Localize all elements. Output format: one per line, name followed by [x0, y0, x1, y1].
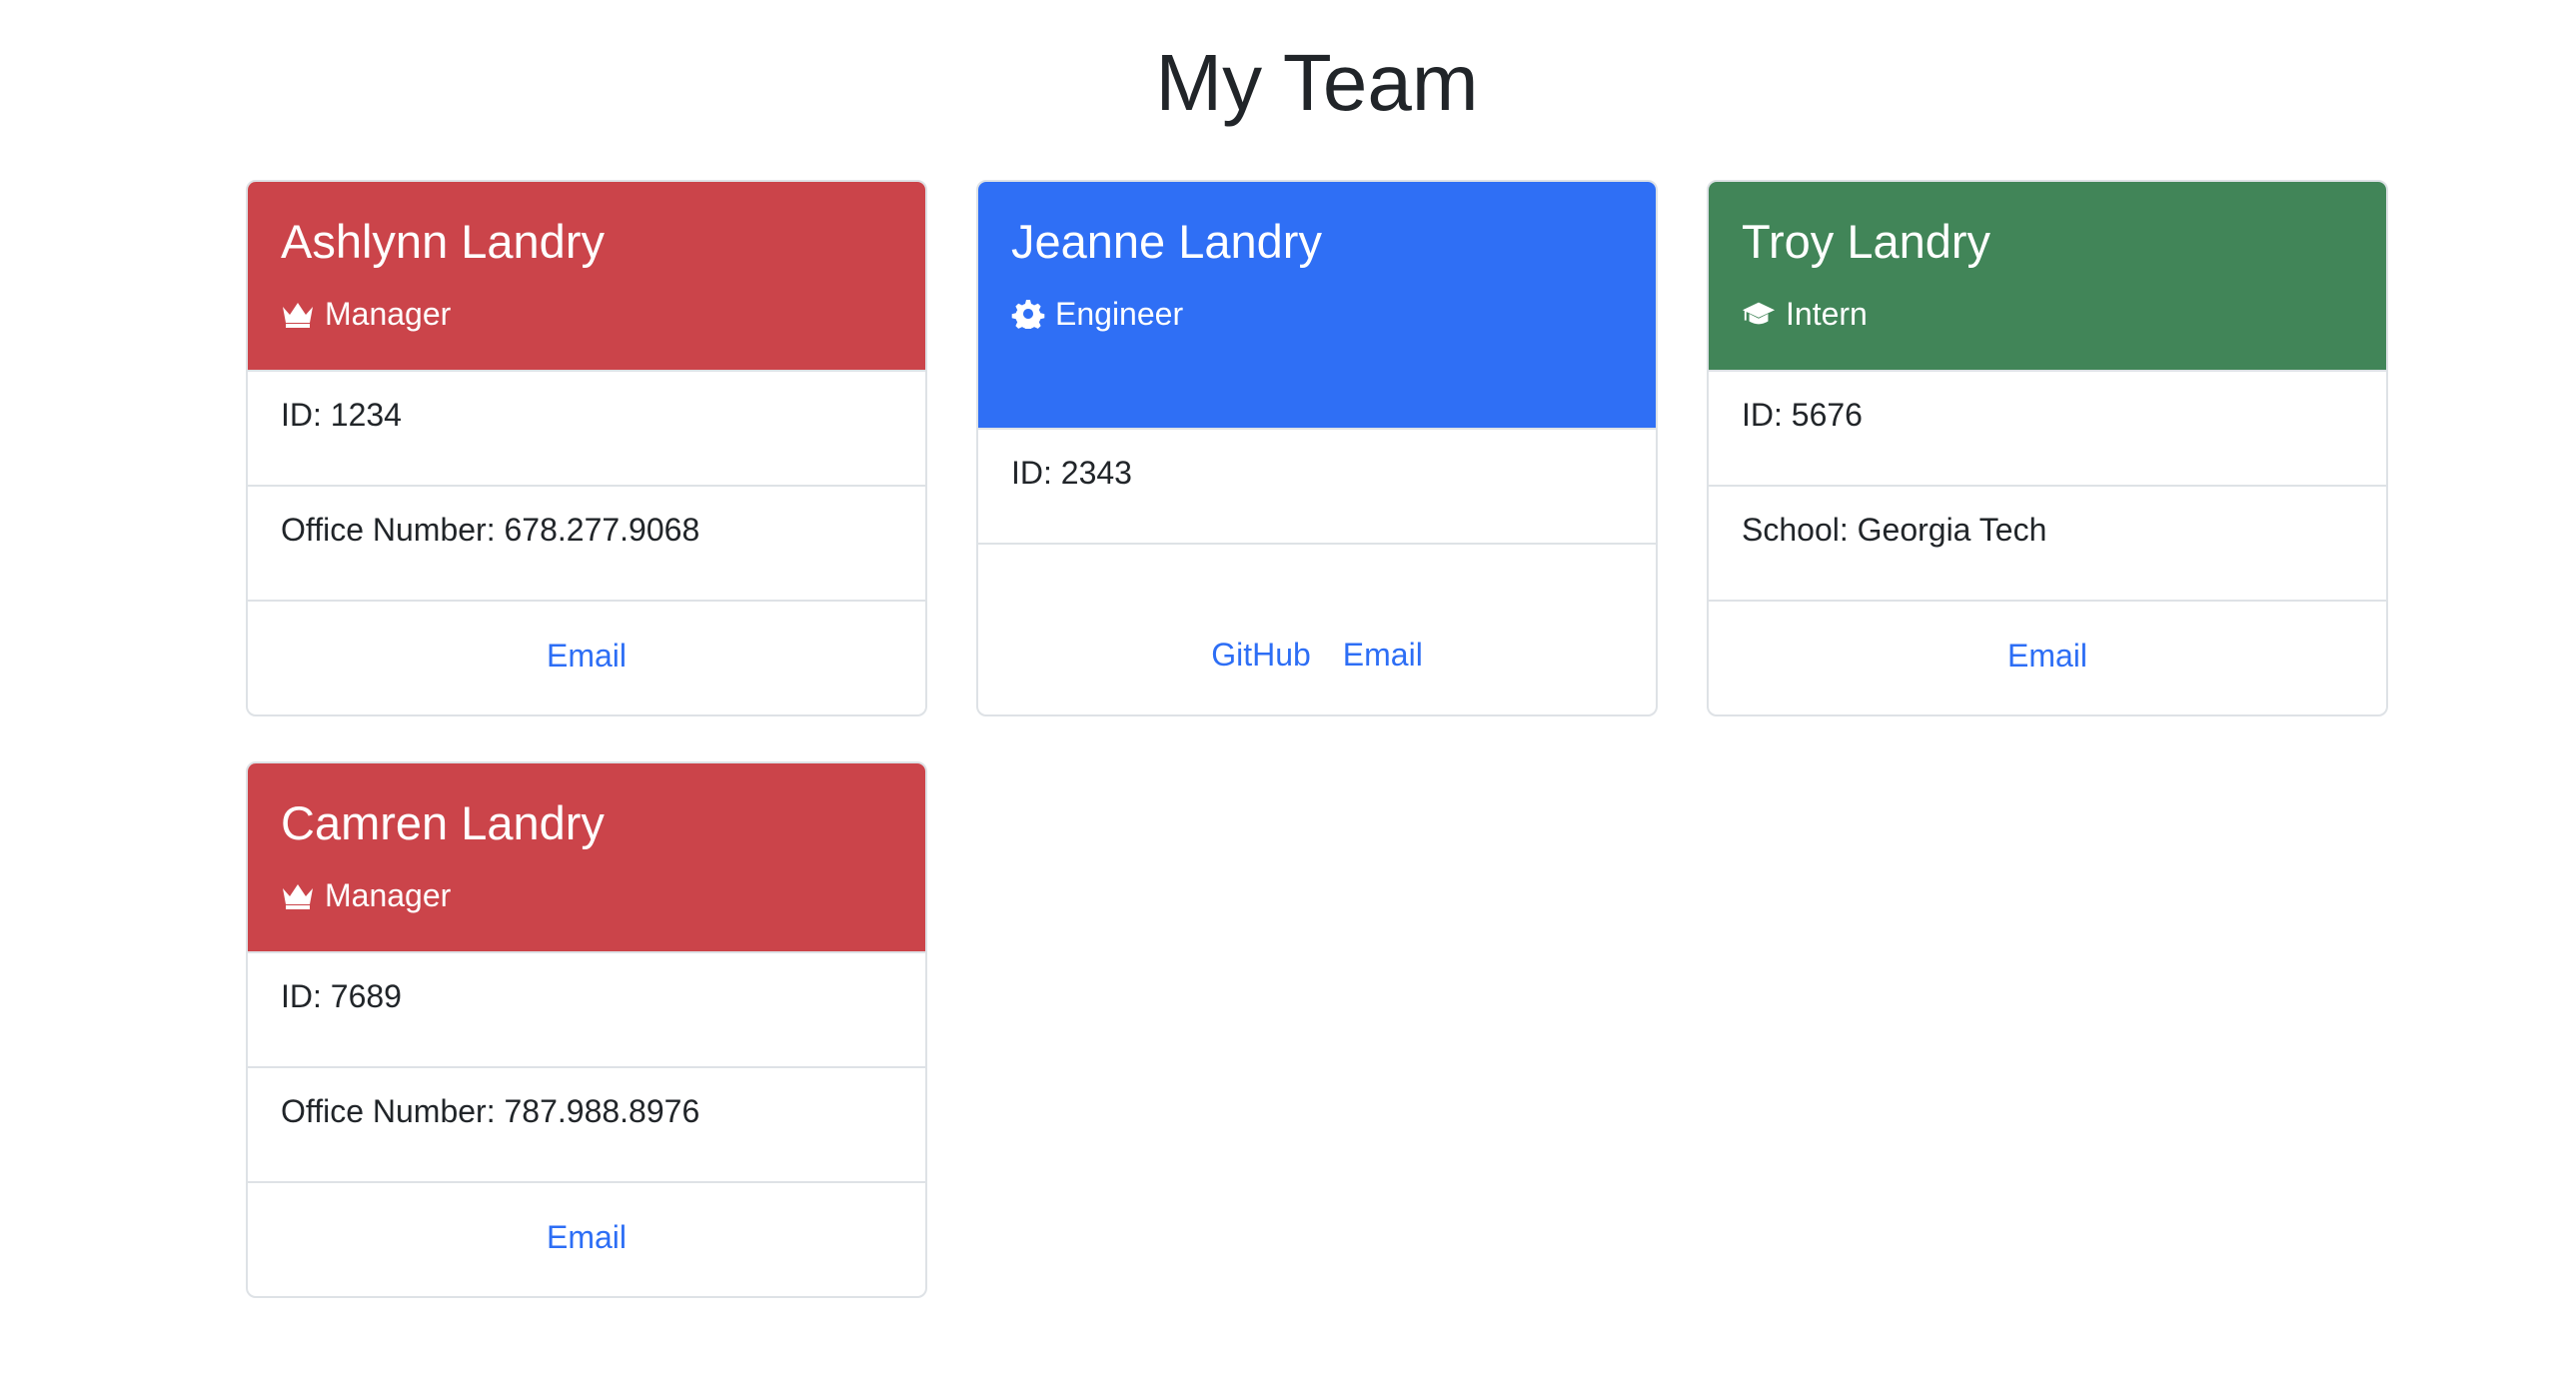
card-header: Ashlynn Landry Manager: [248, 182, 925, 370]
team-member-card: Troy Landry Intern ID: 5676 School: Geor…: [1707, 180, 2388, 716]
member-role-label: Engineer: [1055, 296, 1184, 332]
member-role: Manager: [281, 875, 451, 915]
member-role: Engineer: [1011, 294, 1183, 334]
info-row-office: Office Number: 787.988.8976: [248, 1066, 925, 1181]
info-row-id: ID: 2343: [978, 428, 1656, 543]
info-row-school: School: Georgia Tech: [1709, 485, 2386, 600]
email-link[interactable]: Email: [1343, 635, 1423, 675]
info-row-id: ID: 1234: [248, 370, 925, 485]
member-name: Jeanne Landry: [1011, 215, 1322, 268]
github-link[interactable]: GitHub: [1211, 635, 1311, 675]
member-role: Manager: [281, 294, 451, 334]
email-link[interactable]: Email: [547, 1217, 627, 1257]
team-member-card: Camren Landry Manager ID: 7689 Office Nu…: [246, 761, 927, 1298]
member-role-label: Manager: [325, 296, 452, 332]
crown-icon: [283, 303, 313, 328]
card-footer: Email: [1709, 600, 2386, 714]
card-footer: Email: [248, 1181, 925, 1296]
email-link[interactable]: Email: [547, 636, 627, 676]
member-role: Intern: [1742, 294, 1868, 334]
info-row-id: ID: 5676: [1709, 370, 2386, 485]
member-name: Ashlynn Landry: [281, 215, 605, 268]
info-row-office: Office Number: 678.277.9068: [248, 485, 925, 600]
team-member-card: Jeanne Landry Engineer ID: 2343 GitHub E…: [976, 180, 1658, 716]
card-header: Troy Landry Intern: [1709, 182, 2386, 370]
team-member-card: Ashlynn Landry Manager ID: 1234 Office N…: [246, 180, 927, 716]
card-footer: Email: [248, 600, 925, 714]
card-header: Camren Landry Manager: [248, 763, 925, 951]
crown-icon: [283, 884, 313, 909]
card-header: Jeanne Landry Engineer: [978, 182, 1656, 428]
graduation-cap-icon: [1742, 302, 1776, 325]
info-row-empty: [978, 543, 1656, 600]
member-name: Troy Landry: [1742, 215, 1991, 268]
member-name: Camren Landry: [281, 796, 605, 849]
card-footer: GitHub Email: [978, 600, 1656, 714]
member-role-label: Intern: [1786, 296, 1868, 332]
page-title: My Team: [1155, 38, 1479, 127]
gear-icon: [1011, 300, 1045, 329]
email-link[interactable]: Email: [2007, 636, 2087, 676]
info-row-id: ID: 7689: [248, 951, 925, 1066]
member-role-label: Manager: [325, 877, 452, 913]
